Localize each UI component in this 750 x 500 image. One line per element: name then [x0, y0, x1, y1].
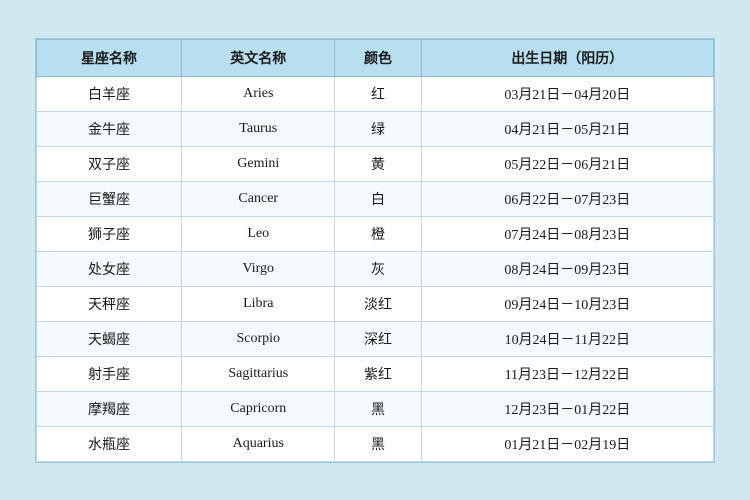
table-row: 处女座Virgo灰08月24日－09月23日: [37, 251, 714, 286]
cell-9-0: 摩羯座: [37, 391, 182, 426]
table-row: 水瓶座Aquarius黑01月21日－02月19日: [37, 426, 714, 461]
header-col-2: 颜色: [335, 39, 421, 76]
cell-8-1: Sagittarius: [182, 356, 335, 391]
cell-2-1: Gemini: [182, 146, 335, 181]
cell-3-0: 巨蟹座: [37, 181, 182, 216]
cell-6-3: 09月24日－10月23日: [421, 286, 713, 321]
cell-8-2: 紫红: [335, 356, 421, 391]
table-row: 天秤座Libra淡红09月24日－10月23日: [37, 286, 714, 321]
cell-5-2: 灰: [335, 251, 421, 286]
cell-7-2: 深红: [335, 321, 421, 356]
cell-0-1: Aries: [182, 76, 335, 111]
cell-6-2: 淡红: [335, 286, 421, 321]
table-header: 星座名称英文名称颜色出生日期（阳历）: [37, 39, 714, 76]
cell-1-3: 04月21日－05月21日: [421, 111, 713, 146]
cell-6-1: Libra: [182, 286, 335, 321]
cell-9-1: Capricorn: [182, 391, 335, 426]
cell-5-0: 处女座: [37, 251, 182, 286]
cell-0-2: 红: [335, 76, 421, 111]
table-row: 射手座Sagittarius紫红11月23日－12月22日: [37, 356, 714, 391]
cell-5-3: 08月24日－09月23日: [421, 251, 713, 286]
cell-10-2: 黑: [335, 426, 421, 461]
header-col-1: 英文名称: [182, 39, 335, 76]
table-row: 摩羯座Capricorn黑12月23日－01月22日: [37, 391, 714, 426]
cell-4-1: Leo: [182, 216, 335, 251]
cell-1-1: Taurus: [182, 111, 335, 146]
cell-0-0: 白羊座: [37, 76, 182, 111]
cell-10-1: Aquarius: [182, 426, 335, 461]
cell-3-3: 06月22日－07月23日: [421, 181, 713, 216]
table-row: 金牛座Taurus绿04月21日－05月21日: [37, 111, 714, 146]
table-row: 双子座Gemini黄05月22日－06月21日: [37, 146, 714, 181]
cell-10-0: 水瓶座: [37, 426, 182, 461]
cell-1-2: 绿: [335, 111, 421, 146]
cell-4-0: 狮子座: [37, 216, 182, 251]
zodiac-table: 星座名称英文名称颜色出生日期（阳历） 白羊座Aries红03月21日－04月20…: [36, 39, 714, 462]
table-row: 天蝎座Scorpio深红10月24日－11月22日: [37, 321, 714, 356]
cell-0-3: 03月21日－04月20日: [421, 76, 713, 111]
cell-8-3: 11月23日－12月22日: [421, 356, 713, 391]
zodiac-table-wrapper: 星座名称英文名称颜色出生日期（阳历） 白羊座Aries红03月21日－04月20…: [35, 38, 715, 463]
table-row: 巨蟹座Cancer白06月22日－07月23日: [37, 181, 714, 216]
cell-9-3: 12月23日－01月22日: [421, 391, 713, 426]
cell-2-3: 05月22日－06月21日: [421, 146, 713, 181]
header-col-3: 出生日期（阳历）: [421, 39, 713, 76]
cell-6-0: 天秤座: [37, 286, 182, 321]
cell-5-1: Virgo: [182, 251, 335, 286]
table-row: 狮子座Leo橙07月24日－08月23日: [37, 216, 714, 251]
table-body: 白羊座Aries红03月21日－04月20日金牛座Taurus绿04月21日－0…: [37, 76, 714, 461]
cell-9-2: 黑: [335, 391, 421, 426]
header-col-0: 星座名称: [37, 39, 182, 76]
cell-8-0: 射手座: [37, 356, 182, 391]
cell-2-2: 黄: [335, 146, 421, 181]
cell-7-3: 10月24日－11月22日: [421, 321, 713, 356]
cell-7-1: Scorpio: [182, 321, 335, 356]
table-row: 白羊座Aries红03月21日－04月20日: [37, 76, 714, 111]
cell-3-2: 白: [335, 181, 421, 216]
cell-4-3: 07月24日－08月23日: [421, 216, 713, 251]
cell-7-0: 天蝎座: [37, 321, 182, 356]
cell-10-3: 01月21日－02月19日: [421, 426, 713, 461]
cell-1-0: 金牛座: [37, 111, 182, 146]
header-row: 星座名称英文名称颜色出生日期（阳历）: [37, 39, 714, 76]
cell-4-2: 橙: [335, 216, 421, 251]
cell-2-0: 双子座: [37, 146, 182, 181]
cell-3-1: Cancer: [182, 181, 335, 216]
